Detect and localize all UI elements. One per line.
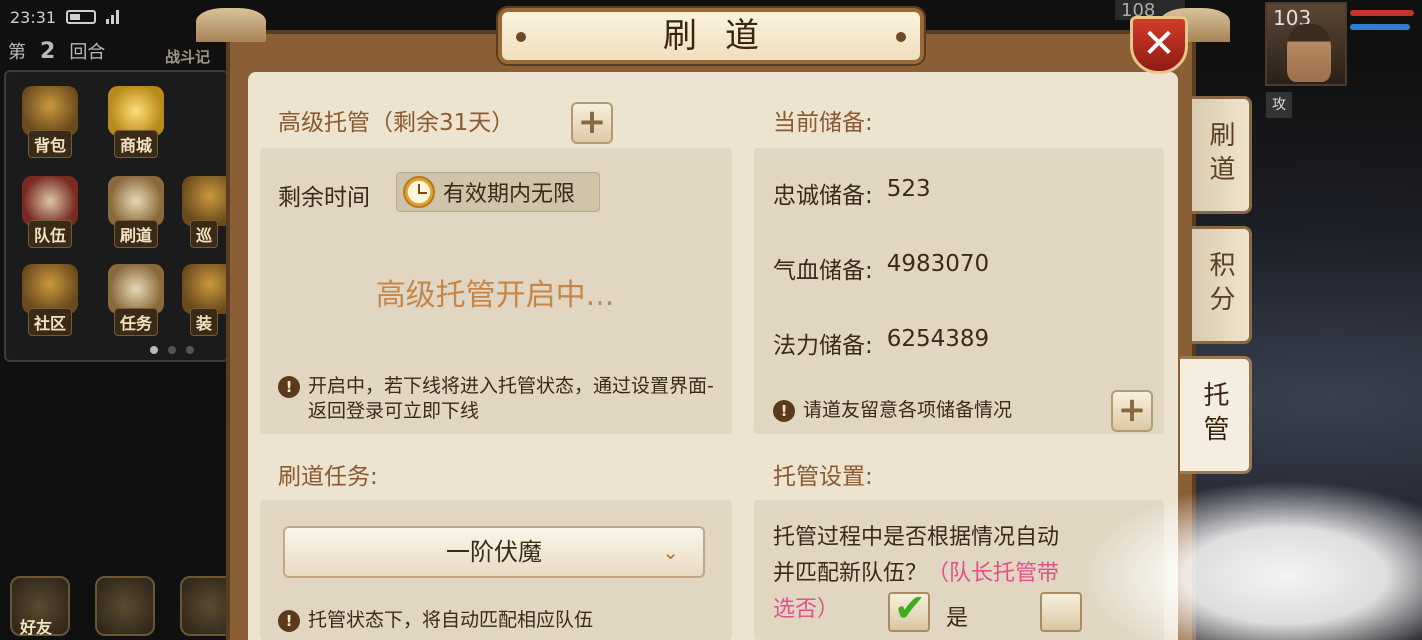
remaining-time-value: 有效期内无限 (443, 182, 576, 207)
corner-ornament-icon (196, 8, 266, 42)
avatar (1287, 24, 1331, 82)
scroll-icon (108, 176, 164, 226)
task-heading: 刷道任务: (278, 464, 378, 490)
settings-heading: 托管设置: (773, 464, 873, 490)
plaque-rivet-icon (516, 32, 526, 42)
community-icon (22, 264, 78, 314)
tab-shuadao[interactable]: 刷道 (1192, 96, 1252, 214)
extend-advanced-button[interactable]: + (571, 102, 613, 144)
chat-icon[interactable] (95, 576, 155, 636)
device-status-bar: 23:31 (10, 6, 120, 28)
advanced-auto-note: ! 开启中，若下线将进入托管状态，通过设置界面-返回登录可立即下线 (278, 374, 718, 424)
chevron-down-icon: ⌄ (662, 540, 679, 564)
task-dropdown[interactable]: 一阶伏魔 ⌄ (283, 526, 705, 578)
alarm-clock-icon (403, 176, 435, 208)
attack-tag: 攻 (1266, 92, 1292, 118)
quest-scroll-icon (108, 264, 164, 314)
gold-ingot-icon (108, 86, 164, 136)
friends-button[interactable]: 好友 (10, 576, 70, 637)
yes-label: 是 (946, 606, 969, 631)
task-dropdown-value: 一阶伏魔 (446, 538, 542, 566)
menu-item-patrol[interactable]: 巡 (182, 170, 226, 250)
menu-item-community[interactable]: 社区 (14, 258, 86, 338)
player-status-bars (1350, 10, 1418, 38)
warning-icon: ! (773, 400, 795, 422)
add-reserves-button[interactable]: + (1111, 390, 1153, 432)
advanced-auto-heading: 高级托管（剩余31天） (278, 110, 515, 136)
player-portrait[interactable]: 103 (1265, 2, 1347, 86)
menu-item-shuadao[interactable]: 刷道 (100, 170, 172, 250)
close-button[interactable]: ✕ (1130, 16, 1188, 74)
main-menu-grid: 背包 商城 队伍 刷道 巡 社区 任务 装 (4, 70, 229, 362)
battery-icon (66, 10, 97, 24)
no-checkbox[interactable] (1040, 592, 1082, 632)
menu-item-quest[interactable]: 任务 (100, 258, 172, 338)
bag-icon (22, 86, 78, 136)
team-flag-icon (22, 176, 78, 226)
remaining-time-label: 剩余时间 (278, 185, 370, 211)
menu-item-team[interactable]: 队伍 (14, 170, 86, 250)
loyalty-reserve-row: 忠诚储备: 523 (773, 176, 931, 209)
dialog-title: 刷道 (663, 16, 787, 56)
clock-text: 23:31 (10, 7, 57, 27)
signal-icon (106, 10, 120, 24)
mp-reserve-row: 法力储备: 6254389 (773, 326, 990, 359)
equipment-icon (182, 264, 226, 314)
tab-points[interactable]: 积分 (1192, 226, 1252, 344)
menu-item-shop[interactable]: 商城 (100, 80, 172, 160)
yes-checkbox[interactable] (888, 586, 930, 632)
dialog-title-plaque: 刷道 (498, 8, 924, 64)
menu-page-indicator (150, 346, 194, 354)
battle-log-label[interactable]: 战斗记 (165, 46, 210, 67)
remaining-time-chip: 有效期内无限 (396, 172, 600, 212)
round-counter: 第 2 回合 (8, 38, 106, 64)
auto-team-question: 托管过程中是否根据情况自动 并匹配新队伍？（队长托管带 选否） (773, 525, 1060, 622)
patrol-icon (182, 176, 226, 226)
warning-icon: ! (278, 610, 300, 632)
reserves-heading: 当前储备: (773, 110, 873, 136)
reserves-note: ! 请道友留意各项储备情况 (773, 398, 1093, 423)
plaque-rivet-icon (896, 32, 906, 42)
task-note: ! 托管状态下，将自动匹配相应队伍 (278, 608, 718, 633)
menu-item-equipment[interactable]: 装 (182, 258, 226, 338)
menu-item-bag[interactable]: 背包 (14, 80, 86, 160)
tab-auto-manage[interactable]: 托管 (1180, 356, 1252, 474)
warning-icon: ! (278, 376, 300, 398)
advanced-auto-status: 高级托管开启中... (375, 278, 615, 313)
hp-reserve-row: 气血储备: 4983070 (773, 251, 990, 284)
